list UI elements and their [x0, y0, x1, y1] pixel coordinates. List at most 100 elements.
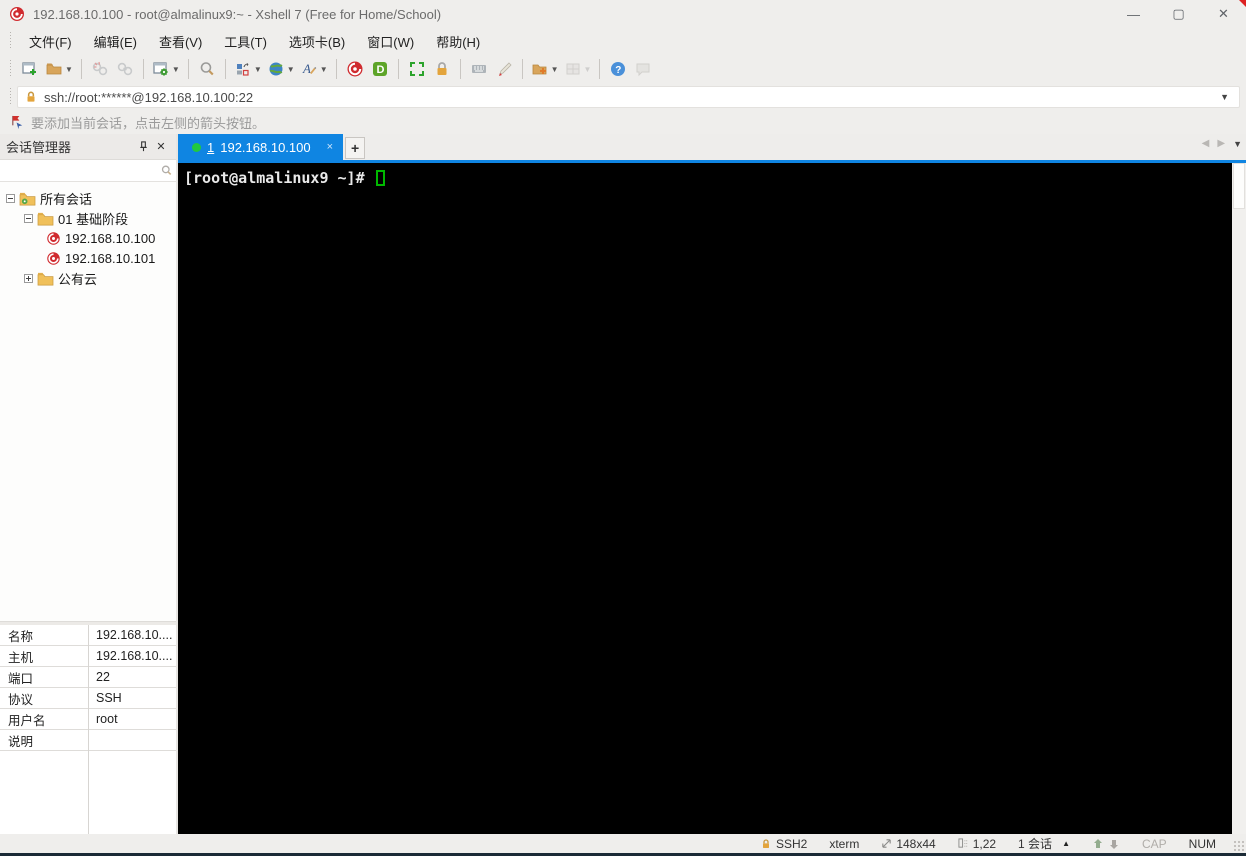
- arrange-layout-button[interactable]: ▼: [232, 57, 264, 81]
- search-icon: [198, 60, 216, 78]
- menubar-grip[interactable]: [8, 32, 13, 50]
- address-url: ssh://root:******@192.168.10.100:22: [44, 89, 254, 105]
- status-sessions[interactable]: 1 会话 ▲: [1018, 835, 1070, 852]
- terminal-scrollbar[interactable]: [1232, 163, 1246, 834]
- open-session-button[interactable]: ▼: [43, 57, 75, 81]
- reconnect-button[interactable]: [113, 57, 137, 81]
- address-lock-icon: [24, 90, 38, 104]
- sessions-caret-icon: ▲: [1062, 839, 1070, 848]
- info-bar: 要添加当前会话，点击左侧的箭头按钮。: [0, 110, 1246, 134]
- pin-icon[interactable]: [134, 138, 152, 156]
- new-folder-button[interactable]: ▼: [529, 57, 561, 81]
- xftp-button[interactable]: D: [368, 57, 392, 81]
- layout-grid-button[interactable]: ▼: [562, 57, 594, 81]
- tab-bar: 1 192.168.10.100 × + ◀ ▶ ▼: [178, 134, 1246, 160]
- disconnect-button[interactable]: [88, 57, 112, 81]
- toolbar-separator: [335, 59, 337, 79]
- status-transfer[interactable]: [1092, 838, 1120, 850]
- menu-tools[interactable]: 工具(T): [214, 29, 277, 54]
- resize-icon: [881, 838, 892, 849]
- tab-close-icon[interactable]: ×: [327, 141, 333, 153]
- session-tree: 所有会话 01 基础阶段 192.168.10.100 192.168.10.1…: [0, 182, 176, 621]
- tree-item-session-100[interactable]: 192.168.10.100: [0, 228, 176, 248]
- minimize-button[interactable]: —: [1111, 0, 1156, 28]
- menu-file[interactable]: 文件(F): [19, 29, 82, 54]
- session-properties-icon: [152, 60, 170, 78]
- property-value: 192.168.10....: [96, 649, 173, 663]
- feedback-button[interactable]: [631, 57, 655, 81]
- tree-item-label: 192.168.10.100: [65, 230, 156, 246]
- resize-grip[interactable]: [1233, 840, 1245, 852]
- tree-item-label: 所有会话: [40, 191, 93, 207]
- property-label: 主机: [8, 650, 34, 665]
- help-icon: ?: [609, 60, 627, 78]
- new-session-button[interactable]: [18, 57, 42, 81]
- session-search-input[interactable]: [5, 163, 160, 178]
- terminal-cursor: [375, 170, 385, 186]
- tree-item-all-sessions[interactable]: 所有会话: [0, 188, 176, 208]
- fullscreen-button[interactable]: [405, 57, 429, 81]
- arrange-layout-caret: ▼: [253, 64, 262, 74]
- open-folder-icon: [45, 60, 63, 78]
- menu-help[interactable]: 帮助(H): [426, 29, 490, 54]
- find-button[interactable]: [195, 57, 219, 81]
- menu-window[interactable]: 窗口(W): [357, 29, 424, 54]
- toolbar-separator: [521, 59, 523, 79]
- main-area: 会话管理器 ✕ 所有会话 01 基础阶段 192.168.10.100 192.…: [0, 134, 1246, 834]
- flag-icon: [10, 115, 25, 130]
- info-message: 要添加当前会话，点击左侧的箭头按钮。: [31, 115, 266, 131]
- upload-arrow-icon: [1092, 838, 1104, 850]
- maximize-button[interactable]: ▢: [1156, 0, 1201, 28]
- new-tab-button[interactable]: +: [345, 137, 366, 159]
- panel-close-icon[interactable]: ✕: [152, 138, 170, 156]
- tree-item-session-101[interactable]: 192.168.10.101: [0, 248, 176, 268]
- terminal-screen[interactable]: [root@almalinux9 ~]#: [178, 163, 1232, 834]
- toolbar-separator: [599, 59, 601, 79]
- lock-screen-button[interactable]: [430, 57, 454, 81]
- disconnect-icon: [91, 60, 109, 78]
- property-row-description: 说明: [0, 730, 176, 751]
- collapse-icon[interactable]: [24, 213, 33, 223]
- font-icon: A: [300, 60, 318, 78]
- status-encryption[interactable]: SSH2: [760, 837, 807, 851]
- menu-view[interactable]: 查看(V): [149, 29, 212, 54]
- status-caps-lock: CAP: [1141, 836, 1167, 851]
- tab-list-caret-icon[interactable]: ▼: [1233, 139, 1242, 149]
- menu-edit[interactable]: 编辑(E): [84, 29, 147, 54]
- highlight-pen-button[interactable]: [492, 57, 516, 81]
- expand-icon[interactable]: [24, 273, 33, 283]
- toolbar-grip[interactable]: [8, 60, 13, 78]
- tab-scroll-right-icon[interactable]: ▶: [1217, 138, 1225, 149]
- tab-scroll-left-icon[interactable]: ◀: [1202, 138, 1210, 149]
- svg-text:D: D: [376, 64, 384, 76]
- session-search-box[interactable]: [0, 160, 176, 182]
- property-value: 192.168.10....: [96, 628, 173, 642]
- folder-icon: [37, 271, 54, 286]
- web-browser-button[interactable]: ▼: [265, 57, 297, 81]
- address-dropdown-caret[interactable]: ▼: [1220, 92, 1233, 102]
- session-manager-title: 会话管理器: [6, 140, 72, 155]
- session-properties-button[interactable]: ▼: [150, 57, 182, 81]
- tree-item-folder-basics[interactable]: 01 基础阶段: [0, 208, 176, 228]
- help-button[interactable]: ?: [606, 57, 630, 81]
- lock-icon: [433, 60, 451, 78]
- collapse-icon[interactable]: [6, 193, 15, 203]
- address-input[interactable]: ssh://root:******@192.168.10.100:22 ▼: [17, 86, 1240, 108]
- property-label: 名称: [8, 629, 34, 644]
- virtual-keyboard-button[interactable]: [467, 57, 491, 81]
- tab-session[interactable]: 1 192.168.10.100 ×: [178, 134, 344, 160]
- property-value: root: [96, 712, 118, 726]
- addressbar-grip[interactable]: [8, 88, 13, 106]
- status-terminal-type[interactable]: xterm: [829, 837, 859, 851]
- session-manager-header: 会话管理器 ✕: [0, 134, 176, 160]
- menu-tabs[interactable]: 选项卡(B): [279, 29, 355, 54]
- status-num-lock: NUM: [1188, 836, 1216, 851]
- ssh-lock-icon: [760, 838, 772, 850]
- new-session-icon: [21, 60, 39, 78]
- scrollbar-thumb[interactable]: [1233, 163, 1245, 209]
- tree-item-folder-public-cloud[interactable]: 公有云: [0, 268, 176, 288]
- tree-item-label: 192.168.10.101: [65, 250, 156, 266]
- xshell-button[interactable]: [343, 57, 367, 81]
- font-button[interactable]: A ▼: [298, 57, 330, 81]
- layout-grid-icon: [564, 60, 582, 78]
